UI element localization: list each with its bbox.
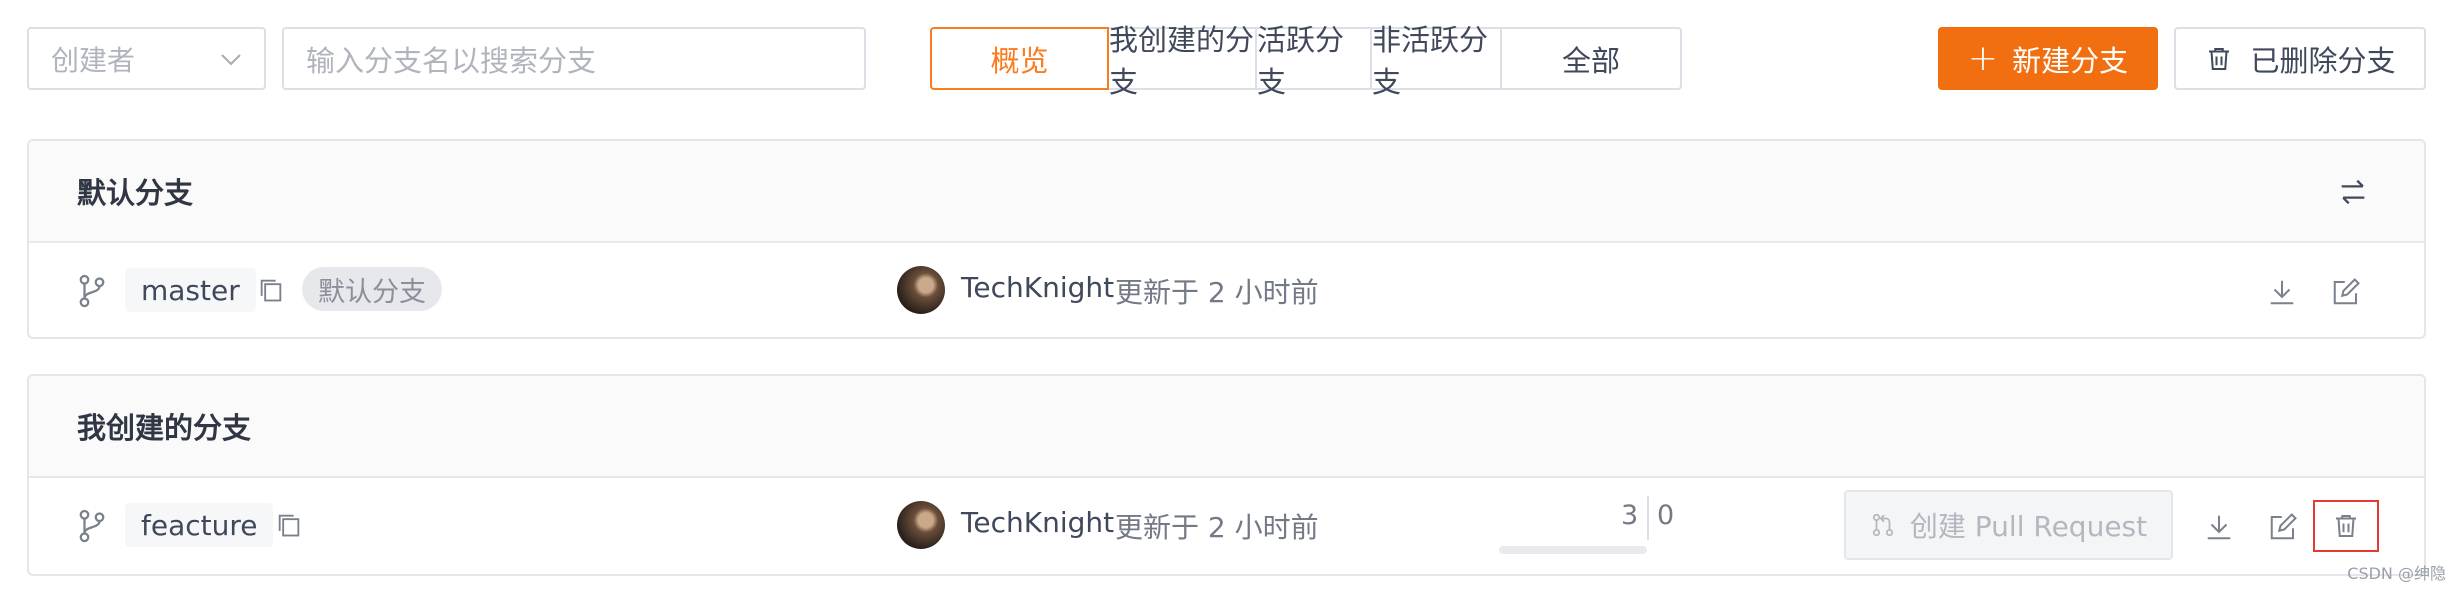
commits-behind-count: 3 (1621, 500, 1639, 531)
branch-filter-tabs: 概览 我创建的分支 活跃分支 非活跃分支 全部 (930, 23, 1682, 99)
deleted-branches-label: 已删除分支 (2250, 43, 2396, 78)
section-title: 默认分支 (77, 176, 194, 210)
avatar (897, 266, 945, 314)
create-pull-request-button[interactable]: 创建 Pull Request (1844, 490, 2173, 560)
trash-icon (2331, 511, 2361, 541)
watermark: CSDN @绅隐 (2347, 564, 2446, 583)
new-branch-button[interactable]: + 新建分支 (1938, 27, 2158, 90)
search-placeholder: 输入分支名以搜索分支 (306, 43, 597, 78)
edit-icon[interactable] (2268, 512, 2298, 542)
branch-search-input[interactable]: 输入分支名以搜索分支 (282, 27, 866, 90)
default-branch-tag: 默认分支 (302, 267, 442, 311)
updated-time: 更新于 2 小时前 (1115, 511, 1319, 544)
switch-default-branch-icon[interactable] (2336, 175, 2370, 209)
behind-bar (1499, 546, 1647, 554)
pull-request-label: 创建 Pull Request (1909, 510, 2148, 543)
creator-select-placeholder: 创建者 (51, 43, 136, 77)
tab-active-branches[interactable]: 活跃分支 (1255, 23, 1372, 99)
trash-icon (2204, 44, 2234, 74)
plus-icon: + (1967, 37, 1999, 79)
author-name[interactable]: TechKnight (961, 506, 1114, 539)
edit-icon[interactable] (2331, 277, 2361, 307)
copy-icon[interactable] (257, 276, 285, 304)
author-name[interactable]: TechKnight (961, 271, 1114, 304)
tab-overview[interactable]: 概览 (930, 27, 1109, 90)
new-branch-label: 新建分支 (2012, 43, 2129, 78)
branch-row: feacture TechKnight 更新于 2 小时前 3 0 创建 Pul… (29, 478, 2424, 572)
branch-row: master 默认分支 TechKnight 更新于 2 小时前 (29, 243, 2424, 337)
ahead-behind-divider (1647, 496, 1649, 540)
branch-icon (77, 273, 107, 309)
chevron-down-icon (220, 45, 242, 73)
default-branch-panel: 默认分支 master 默认分支 TechKnight 更新于 2 小时前 (27, 139, 2426, 339)
download-icon[interactable] (2204, 512, 2234, 542)
tab-inactive-branches[interactable]: 非活跃分支 (1370, 23, 1502, 99)
branch-icon (77, 508, 107, 544)
creator-select[interactable]: 创建者 (27, 27, 266, 90)
my-branches-panel: 我创建的分支 feacture TechKnight 更新于 2 小时前 3 0… (27, 374, 2426, 576)
my-branches-header: 我创建的分支 (29, 376, 2424, 478)
pull-request-icon (1870, 512, 1896, 538)
copy-icon[interactable] (275, 511, 303, 539)
deleted-branches-button[interactable]: 已删除分支 (2174, 27, 2426, 90)
avatar (897, 501, 945, 549)
default-branch-header: 默认分支 (29, 141, 2424, 243)
delete-branch-button[interactable] (2313, 500, 2379, 552)
tab-all[interactable]: 全部 (1500, 27, 1682, 90)
branch-name-feacture[interactable]: feacture (125, 503, 274, 547)
branch-name-master[interactable]: master (125, 268, 256, 312)
tab-my-branches[interactable]: 我创建的分支 (1107, 23, 1257, 99)
section-title: 我创建的分支 (77, 411, 252, 445)
commits-ahead-count: 0 (1657, 500, 1675, 531)
download-icon[interactable] (2267, 277, 2297, 307)
updated-time: 更新于 2 小时前 (1115, 276, 1319, 309)
